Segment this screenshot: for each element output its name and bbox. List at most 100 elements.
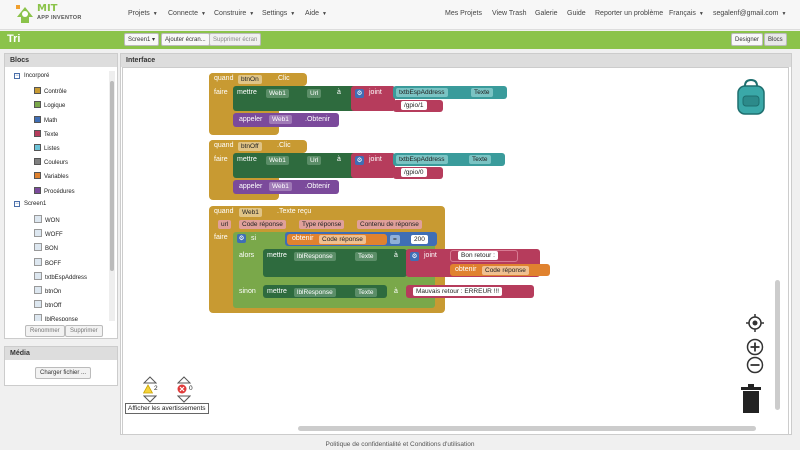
upload-file-button[interactable]: Charger fichier ... bbox=[35, 367, 92, 379]
app-inventor-logo[interactable]: MIT APP INVENTOR bbox=[10, 2, 110, 28]
component-dropdown[interactable]: lblResponse bbox=[294, 252, 336, 261]
menu-construire[interactable]: Construire ▼ bbox=[214, 10, 254, 17]
rename-button[interactable]: Renommer bbox=[25, 325, 65, 337]
add-screen-button[interactable]: Ajouter écran... bbox=[161, 33, 210, 46]
tree-scrollbar[interactable] bbox=[109, 71, 115, 321]
text-string-value[interactable]: /gpio/0 bbox=[401, 168, 427, 177]
component-dropdown[interactable]: Web1 bbox=[269, 115, 292, 124]
menu-aide[interactable]: Aide ▼ bbox=[305, 10, 327, 17]
menu-language[interactable]: Français ▼ bbox=[669, 10, 704, 17]
tree-component-4[interactable]: txtbEspAddress bbox=[34, 271, 87, 281]
component-dropdown[interactable]: txtbEspAddress bbox=[396, 88, 448, 97]
tree-item-5[interactable]: Couleurs bbox=[34, 158, 68, 166]
tree-item-7[interactable]: Procédures bbox=[34, 186, 75, 195]
component-dropdown[interactable]: btnOff bbox=[238, 142, 262, 151]
param-contenu-reponse[interactable]: Contenu de réponse bbox=[357, 220, 422, 229]
error-prev-icon[interactable] bbox=[177, 376, 191, 384]
tree-builtin[interactable]: − Incorporé bbox=[14, 73, 49, 79]
footer-privacy-link[interactable]: Politique de confidentialité et Conditio… bbox=[0, 441, 800, 448]
warning-next-icon[interactable] bbox=[143, 395, 157, 403]
property-dropdown[interactable]: Texte bbox=[355, 252, 377, 261]
warning-prev-icon[interactable] bbox=[143, 376, 157, 384]
number-value[interactable]: 200 bbox=[411, 235, 428, 244]
link-mes-projets[interactable]: Mes Projets bbox=[445, 10, 482, 17]
gear-icon[interactable]: ⚙ bbox=[355, 156, 364, 165]
link-galerie[interactable]: Galerie bbox=[535, 10, 558, 17]
scrollbar-thumb[interactable] bbox=[110, 81, 114, 271]
error-next-icon[interactable] bbox=[177, 395, 191, 403]
variable-dropdown[interactable]: Code réponse bbox=[482, 266, 529, 275]
link-view-trash[interactable]: View Trash bbox=[492, 10, 527, 17]
component-icon bbox=[34, 243, 42, 252]
component-dropdown[interactable]: Web1 bbox=[266, 89, 289, 98]
keyword-obtenir: obtenir bbox=[292, 235, 314, 242]
variable-dropdown[interactable]: Code réponse bbox=[319, 235, 366, 244]
designer-button[interactable]: Designer bbox=[731, 33, 764, 46]
text-string-value[interactable]: Bon retour : bbox=[458, 251, 498, 260]
param-type-reponse[interactable]: Type réponse bbox=[299, 220, 345, 229]
tree-component-5[interactable]: btnOn bbox=[34, 286, 61, 295]
recenter-icon[interactable] bbox=[746, 314, 764, 332]
show-warnings-button[interactable]: Afficher les avertissements bbox=[125, 403, 209, 414]
link-report-problem[interactable]: Reporter un problème bbox=[595, 10, 663, 17]
backpack-icon[interactable] bbox=[734, 78, 768, 116]
category-color-icon bbox=[34, 144, 41, 151]
component-dropdown[interactable]: btnOn bbox=[238, 75, 262, 84]
property-dropdown[interactable]: Texte bbox=[469, 155, 491, 164]
screen-select[interactable]: Screen1 ▾ bbox=[124, 33, 160, 46]
operator-dropdown[interactable]: = bbox=[390, 235, 400, 244]
tree-item-3[interactable]: Texte bbox=[34, 129, 58, 138]
menu-connecte[interactable]: Connecte ▼ bbox=[168, 10, 206, 17]
tree-component-7[interactable]: lblResponse bbox=[34, 314, 78, 321]
component-dropdown[interactable]: txtbEspAddress bbox=[396, 155, 448, 164]
project-title: Tri bbox=[7, 33, 21, 45]
gear-icon[interactable]: ⚙ bbox=[355, 89, 364, 98]
menu-account[interactable]: segalenf@gmail.com ▼ bbox=[713, 10, 786, 17]
param-code-reponse[interactable]: Code réponse bbox=[239, 220, 286, 229]
blocks-workspace[interactable]: quand btnOn .Clic faire mettre Web1 Url … bbox=[122, 67, 789, 435]
text-string-value[interactable]: Mauvais retour : ERREUR !!! bbox=[413, 287, 503, 296]
tree-item-6[interactable]: Variables bbox=[34, 172, 69, 180]
tree-component-2[interactable]: BON bbox=[34, 243, 58, 252]
component-dropdown[interactable]: Web1 bbox=[266, 156, 289, 165]
trash-icon[interactable] bbox=[740, 384, 762, 414]
top-navbar: MIT APP INVENTOR Projets ▼ Connecte ▼ Cons… bbox=[0, 0, 800, 30]
menu-projets[interactable]: Projets ▼ bbox=[128, 10, 158, 17]
tree-component-6[interactable]: btnOff bbox=[34, 300, 61, 309]
gear-icon[interactable]: ⚙ bbox=[410, 252, 419, 261]
blocs-button[interactable]: Blocs bbox=[764, 33, 787, 46]
keyword-joint: joint bbox=[369, 89, 382, 96]
keyword-mettre: mettre bbox=[237, 156, 257, 163]
property-dropdown[interactable]: Url bbox=[307, 156, 322, 165]
workspace-h-scrollbar[interactable] bbox=[298, 426, 756, 431]
chevron-down-icon: ▼ bbox=[249, 11, 255, 17]
tree-item-2[interactable]: Math bbox=[34, 115, 57, 124]
tree-component-0[interactable]: WON bbox=[34, 215, 60, 224]
tree-item-0[interactable]: Contrôle bbox=[34, 87, 67, 95]
remove-screen-button[interactable]: Supprimer écran bbox=[209, 33, 262, 46]
tree-component-1[interactable]: WOFF bbox=[34, 229, 63, 238]
link-guide[interactable]: Guide bbox=[567, 10, 586, 17]
tree-screen1[interactable]: − Screen1 bbox=[14, 200, 46, 207]
text-string-value[interactable]: /gpio/1 bbox=[401, 101, 427, 110]
property-dropdown[interactable]: Texte bbox=[471, 88, 493, 97]
zoom-out-icon[interactable] bbox=[746, 356, 764, 374]
keyword-a: à bbox=[394, 288, 398, 295]
property-dropdown[interactable]: Url bbox=[307, 89, 322, 98]
tree-item-4[interactable]: Listes bbox=[34, 144, 60, 152]
delete-button[interactable]: Supprimer bbox=[65, 325, 103, 337]
menu-settings[interactable]: Settings ▼ bbox=[262, 10, 295, 17]
component-dropdown[interactable]: Web1 bbox=[269, 182, 292, 191]
tree-component-3[interactable]: BOFF bbox=[34, 257, 61, 267]
collapse-icon[interactable]: − bbox=[14, 200, 20, 207]
tree-item-1[interactable]: Logique bbox=[34, 101, 65, 109]
gear-icon[interactable]: ⚙ bbox=[237, 234, 246, 243]
param-url[interactable]: url bbox=[218, 220, 232, 229]
collapse-icon[interactable]: − bbox=[14, 73, 20, 79]
workspace-v-scrollbar[interactable] bbox=[775, 280, 780, 410]
property-dropdown[interactable]: Texte bbox=[355, 288, 377, 297]
event-name: .Texte reçu bbox=[277, 208, 312, 215]
component-dropdown[interactable]: Web1 bbox=[239, 208, 262, 217]
zoom-in-icon[interactable] bbox=[746, 338, 764, 356]
component-dropdown[interactable]: lblResponse bbox=[294, 288, 336, 297]
